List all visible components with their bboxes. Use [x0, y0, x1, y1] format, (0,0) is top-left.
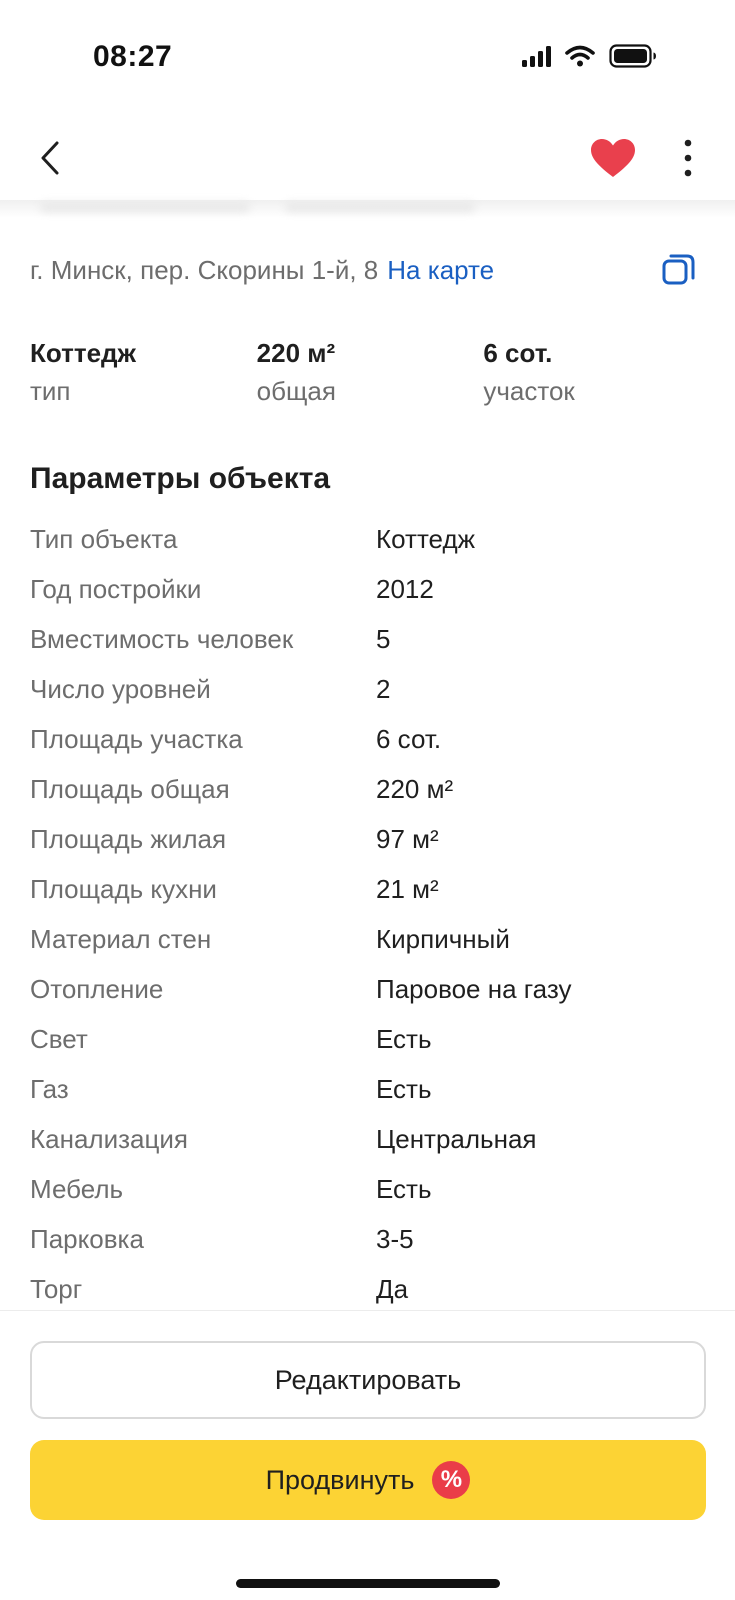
param-row: Газ Есть	[30, 1064, 710, 1114]
params-list: Тип объекта Коттедж Год постройки 2012 Вме…	[30, 514, 710, 1314]
param-value: 21 м²	[376, 873, 439, 904]
param-row: Канализация Центральная	[30, 1114, 710, 1164]
param-key: Площадь кухни	[30, 873, 217, 904]
param-value: 220 м²	[376, 773, 454, 804]
heart-icon	[591, 139, 635, 177]
param-value: 2012	[376, 573, 434, 604]
param-row: Число уровней 2	[30, 664, 710, 714]
param-row: Вместимость человек 5	[30, 614, 710, 664]
param-key: Отопление	[30, 973, 164, 1004]
favorite-button[interactable]	[588, 135, 638, 181]
param-key: Парковка	[30, 1223, 144, 1254]
param-row: Площадь участка 6 сот.	[30, 714, 710, 764]
param-value: 2	[376, 673, 391, 704]
summary-value: 6 сот.	[483, 338, 553, 368]
param-key: Год постройки	[30, 573, 202, 604]
param-row: Год постройки 2012	[30, 564, 710, 614]
param-key: Свет	[30, 1023, 88, 1054]
header-divider	[0, 200, 735, 218]
status-icons	[522, 44, 657, 68]
params-title: Параметры объекта	[30, 462, 331, 495]
param-key: Торг	[30, 1273, 83, 1304]
param-key: Площадь участка	[30, 723, 243, 754]
summary-label: тип	[30, 376, 71, 406]
param-key: Число уровней	[30, 673, 211, 704]
param-row: Площадь общая 220 м²	[30, 764, 710, 814]
back-button[interactable]	[30, 134, 70, 182]
copy-icon[interactable]	[661, 252, 697, 288]
param-value: 5	[376, 623, 391, 654]
status-time: 08:27	[93, 40, 173, 73]
param-row: Тип объекта Коттедж	[30, 514, 710, 564]
param-key: Газ	[30, 1073, 69, 1104]
summary-type: Коттедж тип	[30, 335, 257, 411]
param-row: Отопление Паровое на газу	[30, 964, 710, 1014]
discount-badge: %	[432, 1461, 471, 1499]
param-key: Площадь жилая	[30, 823, 227, 854]
address-row: г. Минск, пер. Скорины 1-й, 8 На карте	[30, 250, 705, 290]
param-row: Мебель Есть	[30, 1164, 710, 1214]
param-value: Коттедж	[376, 523, 476, 554]
param-row: Свет Есть	[30, 1014, 710, 1064]
summary-total-area: 220 м² общая	[257, 335, 484, 411]
summary-value: 220 м²	[256, 338, 336, 368]
edit-button-label: Редактировать	[274, 1364, 462, 1395]
param-row: Материал стен Кирпичный	[30, 914, 710, 964]
param-key: Канализация	[30, 1123, 188, 1154]
cellular-signal-icon	[522, 45, 551, 67]
promote-button-label: Продвинуть	[265, 1464, 415, 1495]
bottom-action-panel: Редактировать Продвинуть %	[0, 1310, 735, 1600]
promote-button[interactable]: Продвинуть %	[30, 1440, 706, 1520]
param-value: Паровое на газу	[376, 973, 572, 1004]
battery-icon	[609, 44, 656, 68]
param-value: Есть	[376, 1073, 432, 1104]
summary-label: участок	[483, 376, 575, 406]
param-value: 6 сот.	[376, 723, 442, 754]
param-key: Мебель	[30, 1173, 124, 1204]
more-button[interactable]	[668, 134, 708, 182]
param-key: Материал стен	[30, 923, 212, 954]
param-key: Площадь общая	[30, 773, 230, 804]
address-text: г. Минск, пер. Скорины 1-й, 8	[30, 254, 379, 285]
summary-label: общая	[256, 376, 336, 406]
param-row: Площадь кухни 21 м²	[30, 864, 710, 914]
summary: Коттедж тип 220 м² общая 6 сот. участок	[30, 335, 710, 411]
param-key: Вместимость человек	[30, 623, 294, 654]
map-link[interactable]: На карте	[387, 255, 494, 286]
param-value: Кирпичный	[376, 923, 510, 954]
param-row: Торг Да	[30, 1264, 710, 1314]
param-value: Есть	[376, 1023, 432, 1054]
more-vertical-icon	[684, 139, 692, 177]
param-key: Тип объекта	[30, 523, 178, 554]
param-value: Да	[376, 1273, 409, 1304]
summary-value: Коттедж	[30, 338, 136, 368]
param-row: Парковка 3-5	[30, 1214, 710, 1264]
param-value: 97 м²	[376, 823, 439, 854]
wifi-icon	[565, 45, 595, 67]
param-value: Центральная	[376, 1123, 537, 1154]
summary-plot: 6 сот. участок	[483, 335, 710, 411]
top-bar	[0, 110, 735, 206]
status-bar: 08:27	[0, 0, 735, 110]
home-indicator	[236, 1579, 500, 1588]
param-value: 3-5	[376, 1223, 414, 1254]
edit-button[interactable]: Редактировать	[30, 1341, 706, 1419]
chevron-left-icon	[41, 141, 59, 175]
param-row: Площадь жилая 97 м²	[30, 814, 710, 864]
param-value: Есть	[376, 1173, 432, 1204]
